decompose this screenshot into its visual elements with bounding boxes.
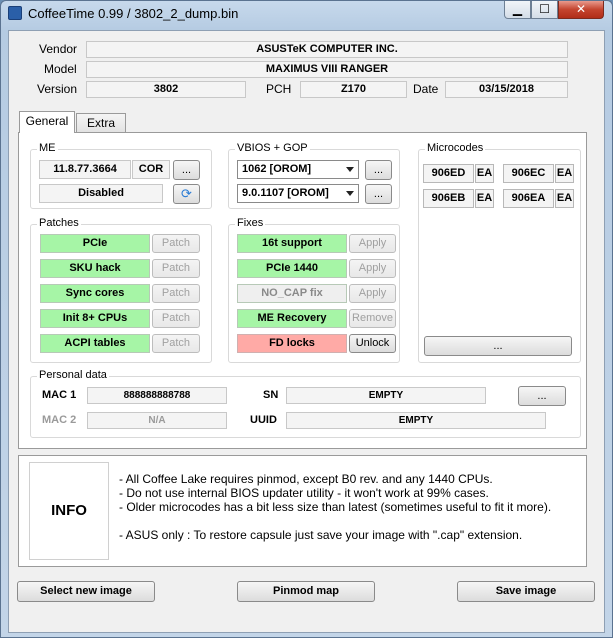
refresh-icon: ⟳ <box>181 186 192 201</box>
minimize-icon: ▁ <box>512 2 523 16</box>
pch-label: PCH <box>266 82 292 96</box>
me-type-field: COR <box>132 160 170 179</box>
fix-status-me-recovery: ME Recovery <box>237 309 347 328</box>
vbios-select-value: 1062 [OROM] <box>242 163 312 175</box>
gop-browse-button[interactable]: ... <box>365 184 392 204</box>
chevron-down-icon <box>346 191 354 196</box>
microcodes-browse-button[interactable]: ... <box>424 336 572 356</box>
gop-select-value: 9.0.1107 [OROM] <box>242 187 329 199</box>
personal-data-group: Personal data MAC 1 888888888788 MAC 2 N… <box>30 369 581 438</box>
me-state-field: Disabled <box>39 184 163 203</box>
microcode-platform: EA <box>475 189 494 208</box>
personal-data-title: Personal data <box>37 369 109 381</box>
close-icon: ✕ <box>575 2 587 16</box>
chevron-down-icon <box>346 167 354 172</box>
date-label: Date <box>413 82 439 96</box>
patches-group: Patches PCIe Patch SKU hack Patch Sync c… <box>30 217 212 363</box>
pch-field: Z170 <box>300 81 407 98</box>
model-field: MAXIMUS VIII RANGER <box>86 61 568 78</box>
date-field: 03/15/2018 <box>445 81 568 98</box>
fix-status-fd-locks: FD locks <box>237 334 347 353</box>
microcode-cpuid: 906EC <box>503 164 554 183</box>
pinmod-map-button[interactable]: Pinmod map <box>237 581 375 602</box>
patch-status-sku-hack: SKU hack <box>40 259 150 278</box>
maximize-button[interactable]: ☐ <box>531 1 558 19</box>
main-window: CoffeeTime 0.99 / 3802_2_dump.bin ▁ ☐ ✕ … <box>0 0 613 638</box>
gop-select[interactable]: 9.0.1107 [OROM] <box>237 184 359 203</box>
patch-pcie-button[interactable]: Patch <box>152 234 200 253</box>
patches-group-title: Patches <box>37 217 81 229</box>
me-group: ME 11.8.77.3664 COR ... Disabled ⟳ <box>30 142 212 209</box>
mac2-field: N/A <box>87 412 227 429</box>
version-label: Version <box>37 82 78 96</box>
mac1-field: 888888888788 <box>87 387 227 404</box>
version-field: 3802 <box>86 81 246 98</box>
vbios-browse-button[interactable]: ... <box>365 160 392 180</box>
microcode-platform: EA <box>555 164 574 183</box>
fix-status-no-cap: NO_CAP fix <box>237 284 347 303</box>
vbios-group: VBIOS + GOP 1062 [OROM] ... 9.0.1107 [OR… <box>228 142 400 209</box>
info-line: - ASUS only : To restore capsule just sa… <box>119 528 523 542</box>
mac2-label: MAC 2 <box>42 414 77 426</box>
me-version-field: 11.8.77.3664 <box>39 160 131 179</box>
fixes-group: Fixes 16t support Apply PCIe 1440 Apply … <box>228 217 400 363</box>
fix-16t-support-button[interactable]: Apply <box>349 234 396 253</box>
fix-status-16t-support: 16t support <box>237 234 347 253</box>
info-line: - Do not use internal BIOS updater utili… <box>119 486 489 500</box>
window-title: CoffeeTime 0.99 / 3802_2_dump.bin <box>28 6 239 21</box>
info-line: - Older microcodes has a bit less size t… <box>119 500 552 514</box>
vbios-group-title: VBIOS + GOP <box>235 142 310 154</box>
uuid-field: EMPTY <box>286 412 546 429</box>
general-tab-panel: ME 11.8.77.3664 COR ... Disabled ⟳ VBIOS… <box>18 132 587 449</box>
patch-status-acpi-tables: ACPI tables <box>40 334 150 353</box>
fix-no-cap-button[interactable]: Apply <box>349 284 396 303</box>
personal-data-browse-button[interactable]: ... <box>518 386 566 406</box>
model-label: Model <box>44 62 77 76</box>
info-label: INFO <box>29 462 109 560</box>
uuid-label: UUID <box>250 414 277 426</box>
info-panel: INFO - All Coffee Lake requires pinmod, … <box>18 455 587 567</box>
fix-fd-locks-button[interactable]: Unlock <box>349 334 396 353</box>
microcodes-group: Microcodes 906ED EA 906EC EA 906EB EA 90… <box>418 142 581 363</box>
vendor-label: Vendor <box>39 42 78 56</box>
maximize-icon: ☐ <box>539 2 550 16</box>
tab-extra[interactable]: Extra <box>76 113 126 133</box>
fix-pcie-1440-button[interactable]: Apply <box>349 259 396 278</box>
me-group-title: ME <box>37 142 58 154</box>
fixes-group-title: Fixes <box>235 217 266 229</box>
info-line: - All Coffee Lake requires pinmod, excep… <box>119 472 493 486</box>
sn-field: EMPTY <box>286 387 486 404</box>
patch-acpi-tables-button[interactable]: Patch <box>152 334 200 353</box>
vendor-field: ASUSTeK COMPUTER INC. <box>86 41 568 58</box>
patch-init-cpus-button[interactable]: Patch <box>152 309 200 328</box>
patch-sku-hack-button[interactable]: Patch <box>152 259 200 278</box>
microcode-cpuid: 906EA <box>503 189 554 208</box>
microcode-platform: EA <box>475 164 494 183</box>
client-area: Vendor ASUSTeK COMPUTER INC. Model MAXIM… <box>8 30 605 633</box>
patch-status-init-cpus: Init 8+ CPUs <box>40 309 150 328</box>
select-new-image-button[interactable]: Select new image <box>17 581 155 602</box>
tab-general[interactable]: General <box>19 111 75 133</box>
vbios-select[interactable]: 1062 [OROM] <box>237 160 359 179</box>
app-icon <box>8 6 22 20</box>
sn-label: SN <box>263 389 279 401</box>
patch-status-sync-cores: Sync cores <box>40 284 150 303</box>
me-refresh-button[interactable]: ⟳ <box>173 184 200 204</box>
minimize-button[interactable]: ▁ <box>504 1 531 19</box>
microcode-cpuid: 906EB <box>423 189 474 208</box>
save-image-button[interactable]: Save image <box>457 581 595 602</box>
patch-status-pcie: PCIe <box>40 234 150 253</box>
patch-sync-cores-button[interactable]: Patch <box>152 284 200 303</box>
microcode-cpuid: 906ED <box>423 164 474 183</box>
me-browse-button[interactable]: ... <box>173 160 200 180</box>
close-button[interactable]: ✕ <box>558 1 604 19</box>
microcode-platform: EA <box>555 189 574 208</box>
fix-me-recovery-button[interactable]: Remove <box>349 309 396 328</box>
mac1-label: MAC 1 <box>42 389 77 401</box>
title-bar[interactable]: CoffeeTime 0.99 / 3802_2_dump.bin ▁ ☐ ✕ <box>1 1 612 27</box>
fix-status-pcie-1440: PCIe 1440 <box>237 259 347 278</box>
microcodes-group-title: Microcodes <box>425 142 486 154</box>
